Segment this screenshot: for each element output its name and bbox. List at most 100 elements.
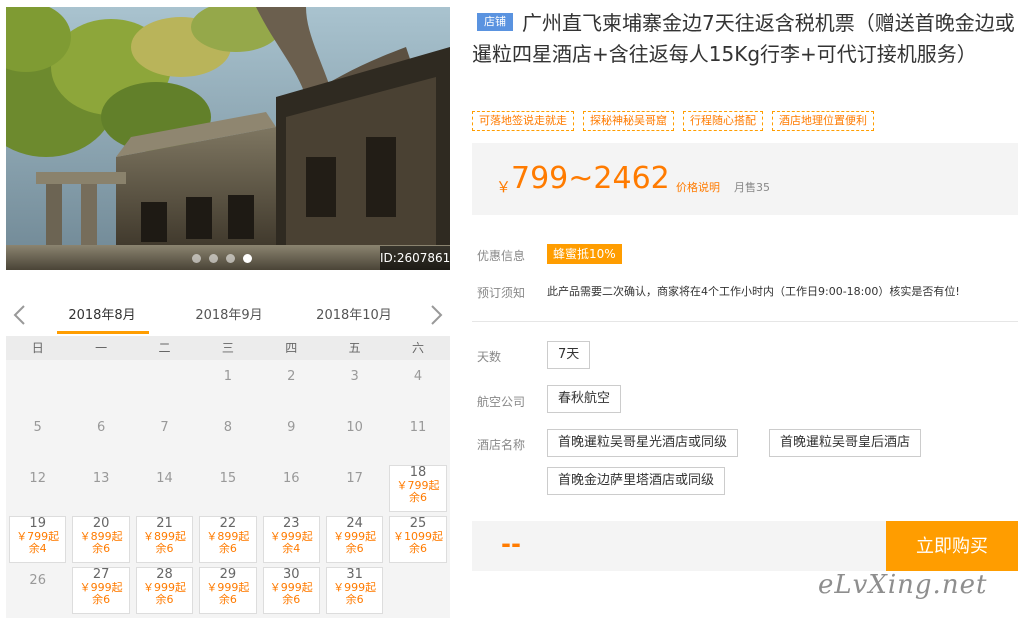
calendar-day-available[interactable]: 19 ￥799起 余4 [6,513,69,564]
calendar-day: 7 [133,411,196,462]
active-month-underline [57,331,149,334]
notice-label: 预订须知 [477,286,526,300]
day-number: 17 [346,471,363,486]
calendar-day-available[interactable]: 22 ￥899起 余6 [196,513,259,564]
calendar-days: 1 2 3 4 5 6 7 8 9 10 11 12 13 14 15 16 17 18 ￥799起 余6 19 ￥799… [6,360,450,615]
calendar-day-available[interactable]: 31 ￥999起 余6 [323,564,386,615]
day-number: 15 [219,471,237,486]
calendar-day-available[interactable]: 28 ￥999起 余6 [133,564,196,615]
day-number: 5 [33,420,42,435]
day-seats-left: 余6 [92,542,111,555]
calendar-day: 26 [6,564,69,615]
calendar-grid: 日 一 二 三 四 五 六 1 2 3 4 5 6 7 8 9 10 11 12 13 14 15 16 17 1… [6,336,450,618]
calendar-day: 1 [196,360,259,411]
day-number: 16 [282,471,300,486]
day-seats-left: 余6 [218,593,237,606]
product-gallery[interactable]: ID:2607861 [6,7,450,270]
booking-notice: 此产品需要二次确认，商家将在4个工作小时内（工作日9:00-18:00）核实是否… [547,285,960,298]
calendar-day: 11 [386,411,449,462]
day-seats-left: 余6 [155,542,174,555]
day-seats-left: 余6 [155,593,174,606]
calendar-day-available[interactable]: 25 ￥1099起 余6 [386,513,449,564]
gallery-dot[interactable] [226,254,235,263]
day-number: 24 [346,516,363,531]
day-number [69,360,132,369]
day-number: 12 [29,471,46,486]
option-hotel-1[interactable]: 首晚暹粒吴哥星光酒店或同级 [547,429,739,457]
day-seats-left: 余6 [345,593,364,606]
calendar-day: 17 [323,462,386,513]
feature-tags: 可落地签说走就走 探秘神秘吴哥窟 行程随心搭配 酒店地理位置便利 [472,111,874,131]
gallery-dot[interactable] [192,254,201,263]
option-hotel-3[interactable]: 首晚金边萨里塔酒店或同级 [547,467,726,495]
calendar-day: 15 [196,462,259,513]
option-days-7[interactable]: 7天 [547,341,591,369]
day-number: 29 [219,567,237,582]
day-number: 31 [346,567,363,582]
calendar-day: 10 [323,411,386,462]
day-number: 3 [350,369,359,384]
feature-tag: 可落地签说走就走 [472,111,574,131]
day-seats-left: 余4 [28,542,47,555]
day-number: 6 [96,420,106,435]
day-number: 14 [156,471,173,486]
calendar-week-row: 1 2 3 4 [6,360,450,411]
day-number: 30 [282,567,300,582]
day-number: 8 [223,420,232,435]
day-number: 27 [92,567,110,582]
days-label: 天数 [477,350,502,364]
price-box: ￥ 799~2462 价格说明 月售35 [472,143,1018,215]
option-airline-spring[interactable]: 春秋航空 [547,385,622,413]
calendar-day-available[interactable]: 23 ￥999起 余4 [260,513,323,564]
day-seats-left: 余6 [409,542,428,555]
day-seats-left: 余4 [282,542,301,555]
gallery-dot-active[interactable] [243,254,252,263]
option-hotel-2[interactable]: 首晚暹粒吴哥皇后酒店 [769,429,922,457]
weekday-label: 日 [31,341,44,355]
feature-tag: 探秘神秘吴哥窟 [583,111,674,131]
day-seats-left: 余6 [218,542,237,555]
weekday-label: 六 [412,341,425,355]
product-title: 广州直飞柬埔寨金边7天往返含税机票（赠送首晚金边或暹粒四星酒店+含往返每人15K… [472,11,1015,66]
calendar-day-available[interactable]: 21 ￥899起 余6 [133,513,196,564]
hotel-label: 酒店名称 [477,438,526,452]
calendar-day-available[interactable]: 20 ￥899起 余6 [69,513,132,564]
day-number [6,360,69,369]
price-note-link[interactable]: 价格说明 [676,179,720,195]
feature-tag: 酒店地理位置便利 [772,111,874,131]
calendar-week-row: 12 13 14 15 16 17 18 ￥799起 余6 [6,462,450,513]
day-number: 21 [156,516,173,531]
calendar-day: 12 [6,462,69,513]
calendar-day: 9 [260,411,323,462]
feature-tag: 行程随心搭配 [683,111,763,131]
chevron-right-icon[interactable] [426,302,446,328]
gallery-dot[interactable] [209,254,218,263]
calendar-week-row: 5 6 7 8 9 10 11 [6,411,450,462]
calendar-day-available[interactable]: 18 ￥799起 余6 [386,462,449,513]
day-number: 13 [92,471,110,486]
day-number: 10 [346,420,363,435]
calendar-day [69,360,132,411]
buy-now-button[interactable]: 立即购买 [886,521,1018,571]
gallery-dots [192,254,252,263]
calendar-day-available[interactable]: 30 ￥999起 余6 [260,564,323,615]
calendar-day: 2 [260,360,323,411]
calendar-day: 8 [196,411,259,462]
day-number: 26 [29,573,46,588]
currency-symbol: ￥ [496,178,512,196]
tab-month-september[interactable]: 2018年9月 [179,304,279,323]
tab-month-august[interactable]: 2018年8月 [52,304,152,323]
tab-month-october[interactable]: 2018年10月 [304,304,404,323]
calendar-day: 3 [323,360,386,411]
calendar-day-available[interactable]: 24 ￥999起 余6 [323,513,386,564]
calendar-day: 5 [6,411,69,462]
calendar-day-available[interactable]: 29 ￥999起 余6 [196,564,259,615]
calendar-day-available[interactable]: 27 ￥999起 余6 [69,564,132,615]
calendar-weekday-row: 日 一 二 三 四 五 六 [6,336,450,360]
day-number: 7 [160,420,169,435]
calendar-day [6,360,69,411]
chevron-left-icon[interactable] [10,302,30,328]
shop-tag: 店铺 [477,13,513,31]
day-seats-left: 余6 [92,593,111,606]
divider [472,321,1018,322]
